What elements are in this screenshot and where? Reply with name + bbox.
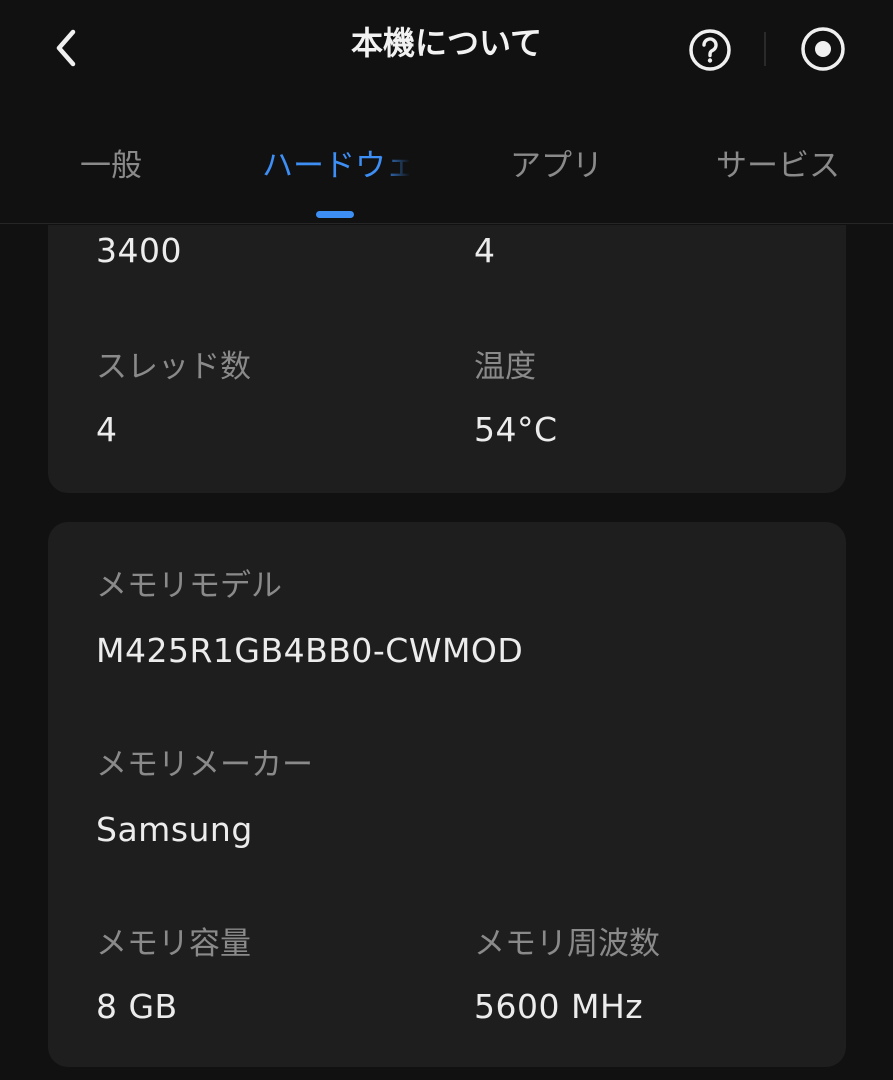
chevron-left-icon <box>56 29 76 67</box>
memory-capacity-label: メモリ容量 <box>96 926 251 962</box>
threads-value: 4 <box>96 410 118 449</box>
memory-maker-value: Samsung <box>96 810 253 849</box>
tab-hardware[interactable]: ハードウェア <box>262 140 410 184</box>
tab-services[interactable]: サービス <box>716 140 840 184</box>
record-button[interactable] <box>798 24 848 74</box>
memory-maker-label: メモリメーカー <box>96 747 313 783</box>
help-button[interactable] <box>686 26 734 74</box>
question-circle-icon <box>689 29 731 71</box>
cpu-value-1: 3400 <box>96 231 182 270</box>
tab-general[interactable]: 一般 <box>80 140 142 184</box>
app-header: 本機について <box>0 0 893 100</box>
temperature-label: 温度 <box>474 349 536 385</box>
page-title: 本機について <box>350 24 543 62</box>
record-circle-icon <box>801 27 845 71</box>
memory-frequency-value: 5600 MHz <box>474 987 644 1026</box>
cpu-value-2: 4 <box>474 231 496 270</box>
memory-info-card: メモリモデル M425R1GB4BB0-CWMOD メモリメーカー Samsun… <box>48 522 846 1067</box>
tab-apps[interactable]: アプリ <box>510 140 603 184</box>
memory-model-label: メモリモデル <box>96 568 282 604</box>
active-tab-indicator <box>316 211 354 218</box>
memory-capacity-value: 8 GB <box>96 987 178 1026</box>
memory-frequency-label: メモリ周波数 <box>474 926 660 962</box>
header-divider <box>764 32 766 66</box>
tab-bar: 一般 ハードウェア アプリ サービス <box>0 100 893 224</box>
cpu-info-card: 3400 4 スレッド数 温度 4 54°C <box>48 225 846 493</box>
hardware-content[interactable]: 3400 4 スレッド数 温度 4 54°C メモリモデル M425R1GB4B… <box>0 225 893 1080</box>
temperature-value: 54°C <box>474 410 558 449</box>
threads-label: スレッド数 <box>96 349 251 385</box>
back-button[interactable] <box>44 24 88 72</box>
memory-model-value: M425R1GB4BB0-CWMOD <box>96 631 524 670</box>
